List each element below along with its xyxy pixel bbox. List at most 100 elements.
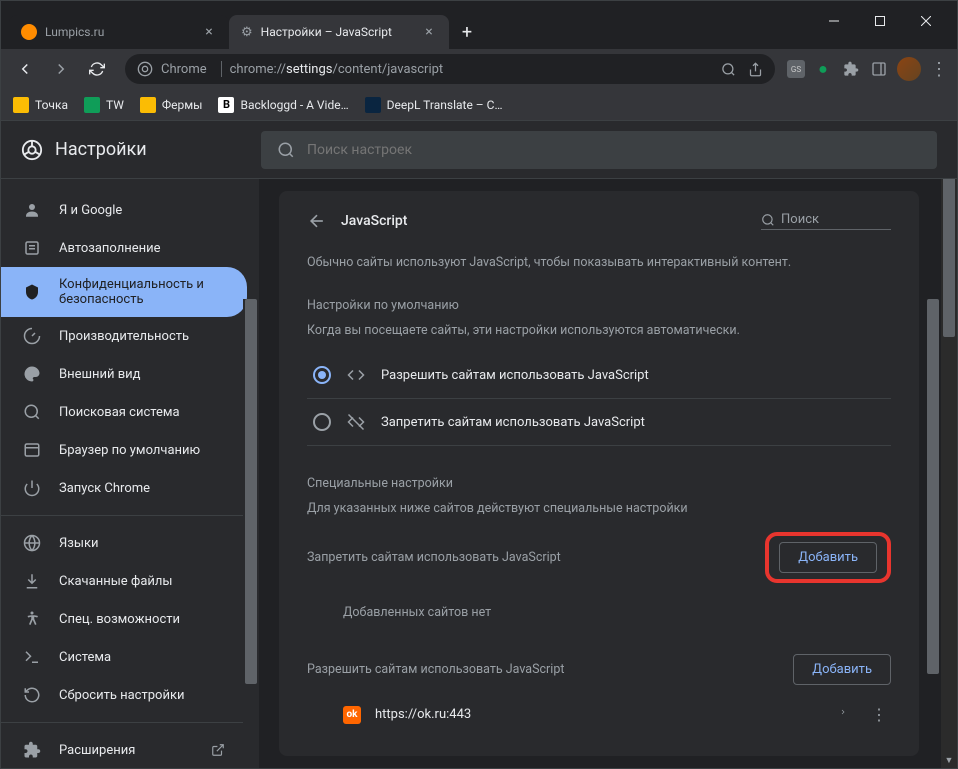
bookmark-item[interactable]: TW: [84, 97, 124, 113]
sidebar-item-google[interactable]: Я и Google: [1, 191, 247, 229]
panel-title: JavaScript: [341, 213, 747, 229]
sidebar-item-languages[interactable]: Языки: [1, 524, 247, 562]
tab-settings[interactable]: ⚙ Настройки – JavaScript ×: [229, 15, 449, 49]
sidebar-item-privacy[interactable]: Конфиденциальность и безопасность: [1, 267, 247, 317]
share-icon[interactable]: [748, 62, 763, 77]
reload-button[interactable]: [81, 53, 113, 85]
sheets-icon: [84, 97, 100, 113]
sidebar-item-startup[interactable]: Запуск Chrome: [1, 469, 247, 507]
sidebar-item-reset[interactable]: Сбросить настройки: [1, 676, 247, 714]
window-scrollbar[interactable]: ▲ ▼: [941, 121, 957, 768]
back-button[interactable]: [9, 53, 41, 85]
folder-icon: [13, 97, 29, 113]
javascript-panel: JavaScript Поиск Обычно сайты используют…: [279, 191, 919, 756]
tab-title: Lumpics.ru: [45, 25, 193, 39]
sidebar-item-extensions[interactable]: Расширения: [1, 731, 247, 768]
sidebar-label: Я и Google: [59, 203, 122, 218]
settings-search[interactable]: [261, 131, 937, 169]
radio-allow[interactable]: Разрешить сайтам использовать JavaScript: [307, 352, 891, 399]
sidebar-label: Браузер по умолчанию: [59, 443, 200, 458]
radio-checked-icon: [313, 366, 331, 384]
search-icon[interactable]: [721, 62, 736, 77]
chevron-right-icon[interactable]: [839, 705, 847, 724]
add-block-button[interactable]: Добавить: [779, 542, 877, 573]
sidebar-label: Производительность: [59, 329, 189, 344]
sidebar-label: Автозаполнение: [59, 241, 161, 256]
settings-title: Настройки: [55, 139, 147, 160]
close-icon[interactable]: ×: [201, 24, 217, 40]
panel-search[interactable]: Поиск: [761, 212, 891, 230]
settings-search-input[interactable]: [307, 142, 921, 158]
system-icon: [23, 648, 41, 666]
back-icon[interactable]: [307, 211, 327, 231]
ext-icon-1[interactable]: GS: [787, 60, 805, 78]
browser-icon: [23, 441, 41, 459]
sidebar-item-system[interactable]: Система: [1, 638, 247, 676]
tab-lumpics[interactable]: Lumpics.ru ×: [9, 15, 229, 49]
omnibox[interactable]: Chrome chrome://settings/content/javascr…: [125, 54, 775, 84]
block-label: Запретить сайтам использовать JavaScript: [307, 550, 561, 565]
defaults-title: Настройки по умолчанию: [307, 298, 891, 313]
external-link-icon: [211, 743, 225, 757]
bookmark-item[interactable]: Фермы: [140, 97, 203, 113]
maximize-button[interactable]: [857, 5, 903, 37]
bookmark-item[interactable]: Точка: [13, 97, 68, 113]
sidebar-item-accessibility[interactable]: Спец. возможности: [1, 600, 247, 638]
toolbar: Chrome chrome://settings/content/javascr…: [1, 49, 957, 89]
code-off-icon: [347, 413, 365, 431]
window-controls: [811, 5, 949, 37]
scroll-down-icon[interactable]: ▼: [941, 752, 957, 768]
allow-label: Разрешить сайтам использовать JavaScript: [307, 662, 564, 677]
avatar[interactable]: [897, 57, 921, 81]
bookmark-label: Точка: [35, 98, 68, 112]
shield-icon: [23, 283, 41, 301]
reset-icon: [23, 686, 41, 704]
close-window-button[interactable]: [903, 5, 949, 37]
download-icon: [23, 572, 41, 590]
custom-subtitle: Для указанных ниже сайтов действуют спец…: [307, 501, 891, 516]
sidebar-item-autofill[interactable]: Автозаполнение: [1, 229, 247, 267]
minimize-button[interactable]: [811, 5, 857, 37]
sidebar-label: Конфиденциальность и безопасность: [59, 277, 225, 307]
toolbar-extensions: GS ● ⋮: [787, 57, 949, 81]
sidebar-item-default-browser[interactable]: Браузер по умолчанию: [1, 431, 247, 469]
new-tab-button[interactable]: +: [453, 18, 481, 46]
bookmark-label: Фермы: [162, 98, 203, 112]
more-icon[interactable]: ⋮: [871, 705, 887, 724]
highlight-annotation: Добавить: [765, 532, 891, 583]
separator: [1, 722, 259, 723]
panel-header: JavaScript Поиск: [307, 211, 891, 231]
menu-icon[interactable]: ⋮: [929, 59, 949, 79]
bookmark-label: TW: [106, 98, 124, 112]
side-panel-icon[interactable]: [869, 59, 889, 79]
sidebar-label: Сбросить настройки: [59, 688, 184, 703]
search-icon: [277, 141, 295, 159]
search-icon: [23, 403, 41, 421]
bookmark-item[interactable]: DeepL Translate – C…: [365, 97, 503, 113]
bookmark-label: Backloggd - A Vide…: [240, 98, 348, 112]
main-scrollbar[interactable]: [925, 299, 941, 768]
extensions-icon[interactable]: [841, 59, 861, 79]
allow-section-header: Разрешить сайтам использовать JavaScript…: [307, 654, 891, 685]
sidebar-item-performance[interactable]: Производительность: [1, 317, 247, 355]
ext-icon-2[interactable]: ●: [813, 59, 833, 79]
sidebar-item-appearance[interactable]: Внешний вид: [1, 355, 247, 393]
bookmark-item[interactable]: B Backloggd - A Vide…: [218, 97, 348, 113]
b-icon: B: [218, 97, 234, 113]
sidebar-scrollbar[interactable]: [243, 299, 259, 768]
settings-main: JavaScript Поиск Обычно сайты используют…: [259, 121, 957, 768]
sidebar-item-downloads[interactable]: Скачанные файлы: [1, 562, 247, 600]
tab-strip: Lumpics.ru × ⚙ Настройки – JavaScript × …: [9, 1, 811, 49]
close-icon[interactable]: ×: [421, 24, 437, 40]
defaults-subtitle: Когда вы посещаете сайты, эти настройки …: [307, 323, 891, 338]
titlebar: Lumpics.ru × ⚙ Настройки – JavaScript × …: [1, 1, 957, 49]
sidebar-label: Система: [59, 650, 111, 665]
forward-button[interactable]: [45, 53, 77, 85]
sidebar-label: Спец. возможности: [59, 612, 180, 627]
bookmark-label: DeepL Translate – C…: [387, 98, 503, 112]
power-icon: [23, 479, 41, 497]
search-icon: [761, 213, 775, 227]
radio-block[interactable]: Запретить сайтам использовать JavaScript: [307, 399, 891, 446]
add-allow-button[interactable]: Добавить: [793, 654, 891, 685]
sidebar-item-search[interactable]: Поисковая система: [1, 393, 247, 431]
